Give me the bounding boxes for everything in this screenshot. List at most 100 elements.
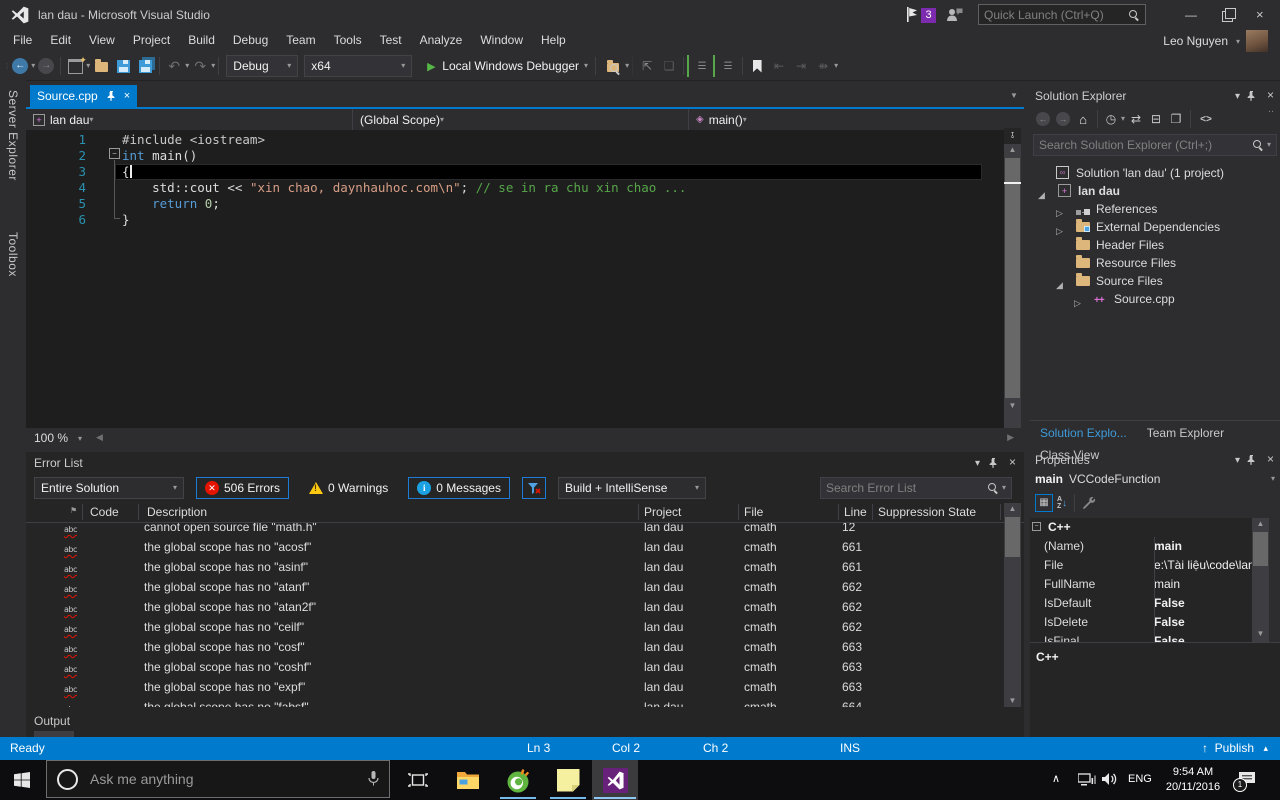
feedback-icon[interactable] — [946, 7, 963, 25]
property-row--name-[interactable]: (Name)main — [1030, 537, 1252, 556]
property-row-isdefault[interactable]: IsDefaultFalse — [1030, 594, 1252, 613]
close-pane-icon[interactable]: × — [1267, 452, 1274, 466]
property-section-header[interactable]: −C++ — [1030, 518, 1252, 537]
comment-out-icon[interactable]: ❏ — [658, 55, 680, 77]
filter-caret-icon[interactable]: ▾ — [1121, 115, 1125, 123]
navigate-forward-icon[interactable]: → — [35, 55, 57, 77]
scroll-down-icon[interactable]: ▼ — [1004, 400, 1021, 412]
microphone-icon[interactable] — [368, 771, 379, 787]
publish-caret-icon[interactable]: ▴ — [1263, 743, 1268, 754]
task-view-button[interactable] — [396, 760, 440, 800]
undo-icon[interactable]: ↶ — [163, 55, 185, 77]
split-editor-handle[interactable]: ⫱ — [1004, 128, 1021, 144]
decrease-indent-icon[interactable]: ☰ — [687, 55, 713, 77]
publish-arrow-icon[interactable]: ↑ — [1202, 741, 1208, 755]
dock-tab-solution-explo-[interactable]: Solution Explo... — [1030, 422, 1137, 444]
tab-toolbox[interactable]: Toolbox — [6, 232, 20, 277]
nav-scope-select[interactable]: (Global Scope)▾ — [353, 109, 689, 130]
solution-tree[interactable]: ∞Solution 'lan dau' (1 project)◢+lan dau… — [1030, 162, 1280, 418]
nav-forward-icon[interactable]: → — [1056, 112, 1070, 126]
tree-item-header-files[interactable]: Header Files — [1030, 236, 1280, 254]
outline-collapse-icon[interactable]: − — [109, 148, 120, 159]
code-editor[interactable]: 1#include <iostream>2int main()3{4 std::… — [26, 130, 1004, 428]
find-in-files-icon[interactable] — [603, 55, 625, 77]
close-pane-icon[interactable]: × — [1267, 88, 1274, 102]
menu-view[interactable]: View — [80, 30, 124, 50]
cortana-search-input[interactable]: Ask me anything — [46, 760, 390, 798]
collapse-all-icon[interactable]: ⊟ — [1147, 108, 1165, 130]
error-table-body[interactable]: abccannot open source file "math.h"lan d… — [26, 523, 1004, 707]
tree-item-solution-lan-dau-1-project-[interactable]: ∞Solution 'lan dau' (1 project) — [1030, 164, 1280, 182]
properties-scrollbar[interactable]: ▲ ▼ — [1252, 518, 1269, 642]
window-menu-caret-icon[interactable]: ▾ — [1235, 455, 1240, 466]
start-button[interactable] — [0, 760, 44, 800]
run-target-label[interactable]: Local Windows Debugger — [442, 59, 579, 73]
toolbar-overflow-icon[interactable]: ‥ — [1268, 104, 1274, 115]
clock[interactable]: 9:54 AM 20/11/2016 — [1158, 765, 1228, 795]
warnings-filter-button[interactable]: 0 Warnings — [301, 477, 396, 499]
property-value[interactable]: False — [1154, 632, 1252, 642]
zoom-caret-icon[interactable]: ▾ — [78, 435, 82, 443]
menu-project[interactable]: Project — [124, 30, 179, 50]
severity-column-icon[interactable]: ⚑ — [70, 506, 77, 515]
dock-tab-team-explorer[interactable]: Team Explorer — [1137, 422, 1234, 444]
new-project-icon[interactable]: ✦ — [64, 55, 86, 77]
toolbar-overflow-caret-icon[interactable]: ▾ — [834, 62, 838, 70]
property-value[interactable]: False — [1154, 613, 1252, 632]
tree-item-resource-files[interactable]: Resource Files — [1030, 254, 1280, 272]
property-pages-icon[interactable] — [1082, 496, 1096, 510]
scroll-up-icon[interactable]: ▲ — [1004, 503, 1021, 515]
coccoc-browser-icon[interactable] — [496, 760, 540, 800]
find-overflow-caret-icon[interactable]: ▾ — [625, 62, 629, 70]
error-search-input[interactable]: Search Error List ▾ — [820, 477, 1012, 499]
error-row[interactable]: abcthe global scope has no "ceilf"lan da… — [26, 617, 1004, 637]
start-debug-icon[interactable]: ▶ — [420, 55, 442, 77]
menu-edit[interactable]: Edit — [41, 30, 80, 50]
next-bookmark-icon[interactable]: ⇥ — [790, 55, 812, 77]
user-name[interactable]: Leo Nguyen — [1163, 34, 1228, 48]
property-value[interactable]: e:\Tài liệu\code\lan — [1154, 556, 1252, 575]
run-target-caret-icon[interactable]: ▾ — [584, 62, 588, 70]
section-collapse-icon[interactable]: − — [1032, 522, 1041, 531]
clear-filter-button[interactable] — [522, 477, 546, 499]
window-menu-caret-icon[interactable]: ▾ — [1235, 91, 1240, 102]
nav-back-icon[interactable]: ← — [1036, 112, 1050, 126]
pin-icon[interactable] — [1246, 91, 1256, 101]
scroll-up-icon[interactable]: ▲ — [1004, 144, 1021, 156]
code-line[interactable]: 2int main() — [26, 148, 1004, 164]
pin-icon[interactable] — [106, 91, 116, 101]
properties-grid[interactable]: −C++(Name)mainFilee:\Tài liệu\code\lanFu… — [1030, 518, 1252, 642]
pin-icon[interactable] — [1246, 455, 1256, 465]
error-row[interactable]: abcthe global scope has no "expf"lan dau… — [26, 677, 1004, 697]
redo-icon[interactable]: ↷ — [189, 55, 211, 77]
quick-launch-input[interactable]: Quick Launch (Ctrl+Q) — [978, 4, 1146, 25]
save-icon[interactable] — [112, 55, 134, 77]
messages-filter-button[interactable]: i0 Messages — [408, 477, 510, 499]
hscroll-right-icon[interactable]: ▶ — [1007, 432, 1014, 443]
toggle-bookmark-icon[interactable] — [746, 55, 768, 77]
property-value[interactable]: False — [1154, 594, 1252, 613]
menu-help[interactable]: Help — [532, 30, 575, 50]
editor-vertical-scrollbar[interactable]: ⫱ ▲ ▼ — [1004, 128, 1021, 428]
navigate-to-icon[interactable]: ⇱ — [636, 55, 658, 77]
action-center-icon[interactable]: 1 — [1238, 771, 1256, 790]
menu-analyze[interactable]: Analyze — [411, 30, 472, 50]
categorized-view-icon[interactable]: ▦ — [1035, 494, 1053, 512]
close-pane-icon[interactable]: × — [1009, 455, 1016, 469]
code-line[interactable]: 4 std::cout << "xin chao, daynhauhoc.com… — [26, 180, 1004, 196]
navigate-back-icon[interactable]: ← — [9, 55, 31, 77]
close-button[interactable]: × — [1256, 7, 1264, 22]
user-avatar[interactable] — [1246, 30, 1268, 52]
configuration-select[interactable]: Debug▾ — [226, 55, 298, 77]
property-row-isfinal[interactable]: IsFinalFalse — [1030, 632, 1252, 642]
error-row[interactable]: abcthe global scope has no "asinf"lan da… — [26, 557, 1004, 577]
tree-item-lan-dau[interactable]: ◢+lan dau — [1030, 182, 1280, 200]
menu-build[interactable]: Build — [179, 30, 224, 50]
error-row[interactable]: abcthe global scope has no "acosf"lan da… — [26, 537, 1004, 557]
menu-window[interactable]: Window — [471, 30, 532, 50]
tree-item-external-dependencies[interactable]: ▷External Dependencies — [1030, 218, 1280, 236]
menu-tools[interactable]: Tools — [325, 30, 371, 50]
error-row[interactable]: abcthe global scope has no "coshf"lan da… — [26, 657, 1004, 677]
error-row[interactable]: abccannot open source file "math.h"lan d… — [26, 523, 1004, 537]
scroll-down-icon[interactable]: ▼ — [1004, 695, 1021, 707]
